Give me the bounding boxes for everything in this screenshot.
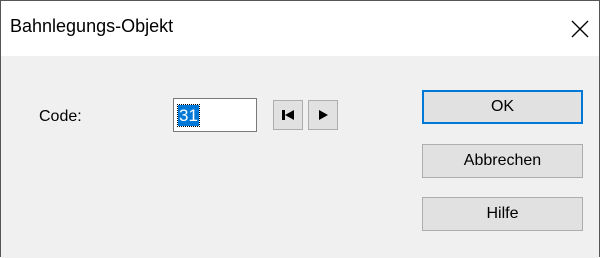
play-next-icon — [319, 110, 328, 120]
dialog-body: Code: 31 OK Abbrechen Hilfe — [1, 56, 599, 258]
title-bar: Bahnlegungs-Objekt — [1, 1, 599, 56]
next-record-button[interactable] — [308, 100, 338, 130]
code-label: Code: — [39, 108, 82, 125]
skip-to-first-icon — [282, 110, 294, 120]
close-icon — [571, 20, 589, 38]
window-title: Bahnlegungs-Objekt — [10, 16, 174, 36]
close-button[interactable] — [561, 9, 599, 49]
ok-button[interactable]: OK — [422, 90, 583, 124]
code-input[interactable]: 31 — [173, 98, 257, 132]
help-button[interactable]: Hilfe — [422, 197, 583, 231]
first-record-button[interactable] — [273, 100, 303, 130]
code-input-value: 31 — [177, 104, 200, 127]
cancel-button[interactable]: Abbrechen — [422, 144, 583, 178]
dialog-window: Bahnlegungs-Objekt Code: 31 OK Abbrechen — [0, 0, 600, 258]
